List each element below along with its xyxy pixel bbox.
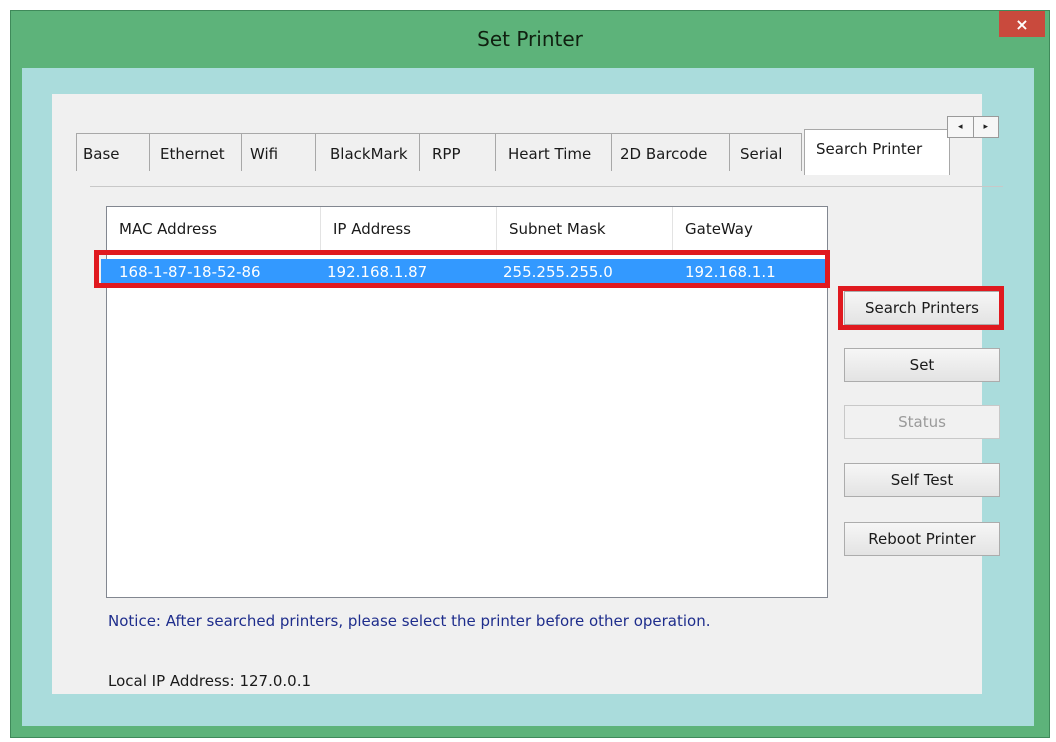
tab-2d-barcode[interactable]: 2D Barcode (612, 133, 730, 171)
scroll-left-icon[interactable]: ◂ (948, 117, 973, 137)
close-icon: × (1015, 14, 1029, 34)
tab-label: Search Printer (816, 140, 923, 158)
tab-label: 2D Barcode (620, 145, 708, 163)
tab-label: Serial (740, 145, 783, 163)
reboot-printer-button[interactable]: Reboot Printer (844, 522, 1000, 556)
status-button[interactable]: Status (844, 405, 1000, 439)
tab-search-printer[interactable]: Search Printer (804, 129, 950, 175)
selected-row-highlight-box (94, 250, 830, 288)
scroll-right-icon[interactable]: ▸ (972, 117, 999, 137)
tab-rpp[interactable]: RPP (420, 133, 496, 171)
tab-base[interactable]: Base (76, 133, 150, 171)
tab-ethernet[interactable]: Ethernet (150, 133, 242, 171)
self-test-button[interactable]: Self Test (844, 463, 1000, 497)
tab-label: Base (83, 145, 120, 163)
tab-label: RPP (432, 145, 461, 163)
local-ip-label: Local IP Address: 127.0.0.1 (108, 672, 312, 690)
column-gateway[interactable]: GateWay (673, 207, 827, 251)
search-button-highlight-box (838, 286, 1004, 330)
tab-heart-time[interactable]: Heart Time (496, 133, 612, 171)
column-mac-address[interactable]: MAC Address (107, 207, 321, 251)
tab-label: Wifi (250, 145, 279, 163)
tab-scroll-buttons: ◂ ▸ (947, 116, 999, 138)
column-ip-address[interactable]: IP Address (321, 207, 497, 251)
notice-text: Notice: After searched printers, please … (108, 612, 711, 630)
list-header: MAC Address IP Address Subnet Mask GateW… (107, 207, 827, 251)
close-button[interactable]: × (999, 11, 1045, 37)
window-title: Set Printer (477, 27, 583, 51)
tab-label: Heart Time (508, 145, 592, 163)
tab-blackmark[interactable]: BlackMark (316, 133, 420, 171)
set-button[interactable]: Set (844, 348, 1000, 382)
column-subnet-mask[interactable]: Subnet Mask (497, 207, 673, 251)
tab-serial[interactable]: Serial (730, 133, 802, 171)
tab-label: Ethernet (160, 145, 225, 163)
tab-wifi[interactable]: Wifi (242, 133, 316, 171)
tab-label: BlackMark (330, 145, 408, 163)
title-bar[interactable]: Set Printer × (11, 11, 1049, 69)
